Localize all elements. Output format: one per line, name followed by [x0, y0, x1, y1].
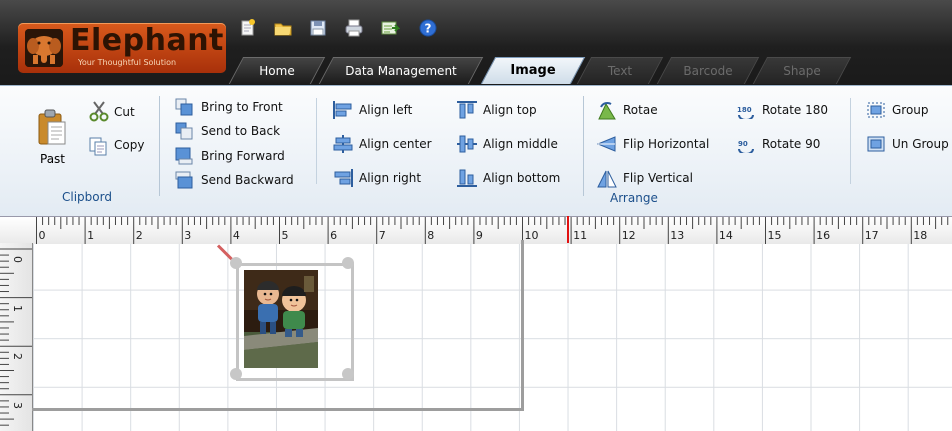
resize-handle-top-right[interactable] [342, 257, 354, 269]
rotate-90-icon: 90 [736, 135, 754, 155]
cut-label: Cut [114, 105, 135, 119]
ungroup-icon [866, 135, 885, 153]
align-right-icon [333, 169, 353, 187]
tab-label: Data Management [345, 64, 457, 78]
ungroup-label: Un Group [892, 137, 949, 151]
bring-to-front-label: Bring to Front [201, 100, 283, 114]
svg-text:?: ? [425, 22, 432, 36]
tab-label: Shape [783, 64, 821, 78]
bring-forward-icon [175, 147, 193, 165]
ruler-position-marker [567, 216, 569, 243]
ruler-number: 10 [524, 229, 539, 242]
ruler-number: 17 [864, 229, 879, 242]
paste-button[interactable]: Past [30, 108, 80, 170]
align-bottom-icon [457, 169, 477, 187]
paste-icon [36, 108, 68, 151]
group-separator [316, 98, 317, 184]
group-separator [850, 98, 851, 184]
group-icon [866, 101, 885, 119]
help-icon[interactable]: ? [418, 18, 438, 38]
align-center-label: Align center [359, 137, 432, 151]
align-middle-label: Align middle [483, 137, 558, 151]
ruler-number: 0 [11, 256, 24, 263]
rotate-180-label: Rotate 180 [762, 103, 829, 117]
print-icon[interactable] [344, 18, 364, 38]
elephant-logo-icon [25, 29, 63, 67]
rotate-label: Rotae [623, 103, 658, 117]
ruler-number: 15 [767, 229, 782, 242]
resize-handle-bottom-right[interactable] [342, 368, 354, 380]
ruler-number: 11 [573, 229, 588, 242]
flip-vertical-icon [597, 169, 617, 188]
copy-icon [88, 136, 107, 156]
ruler-number: 1 [11, 304, 24, 312]
group-separator [159, 96, 160, 196]
tab-home[interactable]: Home [228, 57, 326, 84]
svg-text:180: 180 [737, 106, 752, 114]
app-logo: Elephant Your Thoughtful Solution [18, 23, 226, 73]
resize-handle-top-left[interactable] [230, 257, 242, 269]
paste-label: Past [40, 152, 66, 166]
design-canvas[interactable] [32, 240, 952, 431]
ruler-number: 14 [718, 229, 733, 242]
bring-to-front-icon [175, 98, 193, 116]
new-document-icon[interactable] [238, 18, 258, 38]
rotate-90-label: Rotate 90 [762, 137, 821, 151]
send-backward-icon [175, 171, 193, 189]
group-separator [583, 96, 584, 196]
ruler-number: 12 [621, 229, 636, 242]
copy-label: Copy [114, 138, 145, 152]
align-middle-icon [457, 135, 477, 153]
ruler-number: 18 [913, 229, 928, 242]
align-bottom-label: Align bottom [483, 171, 561, 185]
rotate-180-icon: 180 [736, 101, 754, 121]
vertical-ruler: 0 1 2 3 [0, 243, 33, 431]
export-icon[interactable] [380, 18, 401, 38]
send-backward-label: Send Backward [201, 173, 294, 187]
flip-vertical-label: Flip Vertical [623, 171, 693, 185]
tab-label: Barcode [683, 64, 733, 78]
tab-data-management[interactable]: Data Management [318, 57, 484, 84]
tab-label: Image [510, 63, 556, 78]
flip-horizontal-label: Flip Horizontal [623, 137, 710, 151]
ruler-number: 2 [11, 353, 24, 361]
bring-forward-label: Bring Forward [201, 149, 285, 163]
resize-handle-bottom-left[interactable] [230, 368, 242, 380]
flip-horizontal-icon [596, 135, 616, 153]
toy-figures-photo[interactable] [244, 270, 318, 368]
align-center-icon [333, 135, 353, 153]
send-to-back-icon [175, 122, 193, 140]
align-top-label: Align top [483, 103, 537, 117]
align-right-label: Align right [359, 171, 422, 185]
title-bar: Elephant Your Thoughtful Solution ? Home… [0, 0, 952, 85]
tab-text[interactable]: Text [576, 57, 664, 84]
scissors-icon [88, 100, 110, 122]
tab-label: Text [607, 64, 633, 78]
save-icon[interactable] [308, 18, 328, 38]
send-to-back-label: Send to Back [201, 124, 281, 138]
ruler-number: 13 [670, 229, 685, 242]
rotate-icon [597, 101, 616, 120]
align-top-icon [457, 101, 477, 119]
svg-text:90: 90 [738, 140, 748, 148]
app-window: Elephant Your Thoughtful Solution ? Home… [0, 0, 952, 431]
arrange-group-label: Arrange [610, 191, 658, 205]
logo-name: Elephant [70, 23, 224, 58]
tab-shape[interactable]: Shape [752, 57, 852, 84]
ribbon: Past Cut Copy Clipbord Bring to Front Se… [0, 85, 952, 216]
ruler-number: 16 [816, 229, 831, 242]
align-left-icon [333, 101, 352, 119]
clipboard-group-label: Clipbord [62, 190, 112, 204]
align-left-label: Align left [359, 103, 413, 117]
open-folder-icon[interactable] [273, 18, 293, 38]
tab-barcode[interactable]: Barcode [656, 57, 760, 84]
logo-tagline: Your Thoughtful Solution [78, 58, 177, 67]
group-label: Group [892, 103, 929, 117]
tab-label: Home [259, 64, 295, 78]
tab-image[interactable]: Image [480, 57, 586, 84]
ruler-number: 3 [11, 401, 24, 409]
